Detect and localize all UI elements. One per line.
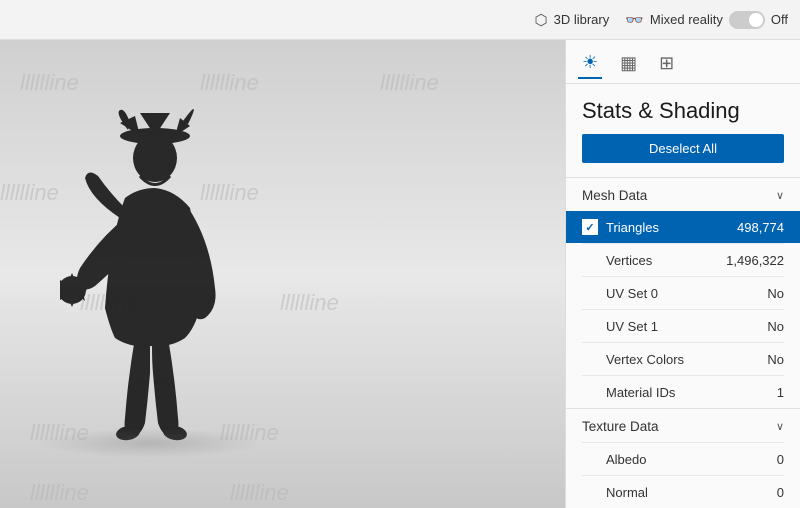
uvset0-value: No: [767, 286, 784, 301]
vertices-value: 1,496,322: [726, 253, 784, 268]
vertices-row[interactable]: Vertices 1,496,322: [566, 244, 800, 276]
mixed-reality-label: Mixed reality: [650, 12, 723, 27]
mixed-reality-icon: 👓: [625, 11, 644, 29]
panel-title: Stats & Shading: [566, 84, 800, 134]
ground-shadow: [40, 428, 260, 458]
material-ids-value: 1: [777, 385, 784, 400]
toggle-track[interactable]: [729, 11, 765, 29]
uvset1-row[interactable]: UV Set 1 No: [566, 310, 800, 342]
watermark: lllllline: [230, 480, 289, 506]
vertex-colors-row[interactable]: Vertex Colors No: [566, 343, 800, 375]
watermark: lllllline: [30, 480, 89, 506]
mesh-data-label: Mesh Data: [582, 188, 647, 203]
3d-library-button[interactable]: ⬡ 3D library: [535, 11, 610, 29]
tab-sun-icon[interactable]: ☀: [578, 48, 602, 79]
tab-grid-icon[interactable]: ▦: [616, 49, 641, 78]
texture-data-section-header[interactable]: Texture Data ∨: [566, 408, 800, 442]
uvset1-label: UV Set 1: [582, 319, 767, 334]
texture-data-label: Texture Data: [582, 419, 659, 434]
mesh-data-section-header[interactable]: Mesh Data ∨: [566, 177, 800, 211]
uvset1-value: No: [767, 319, 784, 334]
watermark: lllllline: [280, 290, 339, 316]
watermark: lllllline: [200, 70, 259, 96]
triangles-row[interactable]: Triangles 498,774: [566, 211, 800, 243]
deselect-all-button[interactable]: Deselect All: [582, 134, 784, 163]
watermark: lllllline: [380, 70, 439, 96]
toggle-thumb: [749, 13, 763, 27]
topbar: ⬡ 3D library 👓 Mixed reality Off: [0, 0, 800, 40]
material-ids-row[interactable]: Material IDs 1: [566, 376, 800, 408]
library-label: 3D library: [554, 12, 610, 27]
3d-figure: [60, 108, 260, 448]
off-label: Off: [771, 12, 788, 27]
watermark: lllllline: [20, 70, 79, 96]
right-panel: ☀ ▦ ⊞ Stats & Shading Deselect All Mesh …: [565, 40, 800, 508]
3d-viewport[interactable]: lllllline lllllline lllllline lllllline …: [0, 40, 565, 508]
triangles-value: 498,774: [737, 220, 784, 235]
panel-tabs: ☀ ▦ ⊞: [566, 40, 800, 84]
uvset0-row[interactable]: UV Set 0 No: [566, 277, 800, 309]
triangles-checkbox[interactable]: [582, 219, 598, 235]
mixed-reality-toggle[interactable]: 👓 Mixed reality Off: [625, 11, 788, 29]
triangles-label: Triangles: [606, 220, 737, 235]
albedo-row[interactable]: Albedo 0: [566, 443, 800, 475]
texture-data-chevron-icon: ∨: [776, 420, 784, 433]
albedo-label: Albedo: [582, 452, 777, 467]
uvset0-label: UV Set 0: [582, 286, 767, 301]
main-area: lllllline lllllline lllllline lllllline …: [0, 40, 800, 508]
vertex-colors-value: No: [767, 352, 784, 367]
toggle-switch[interactable]: Off: [729, 11, 788, 29]
mesh-data-chevron-icon: ∨: [776, 189, 784, 202]
vertex-colors-label: Vertex Colors: [582, 352, 767, 367]
material-ids-label: Material IDs: [582, 385, 777, 400]
cube-icon: ⬡: [535, 11, 548, 29]
watermark: lllllline: [0, 180, 59, 206]
albedo-value: 0: [777, 452, 784, 467]
normal-label: Normal: [582, 485, 777, 500]
tab-table-icon[interactable]: ⊞: [655, 49, 678, 78]
normal-value: 0: [777, 485, 784, 500]
normal-row[interactable]: Normal 0: [566, 476, 800, 508]
vertices-label: Vertices: [582, 253, 726, 268]
